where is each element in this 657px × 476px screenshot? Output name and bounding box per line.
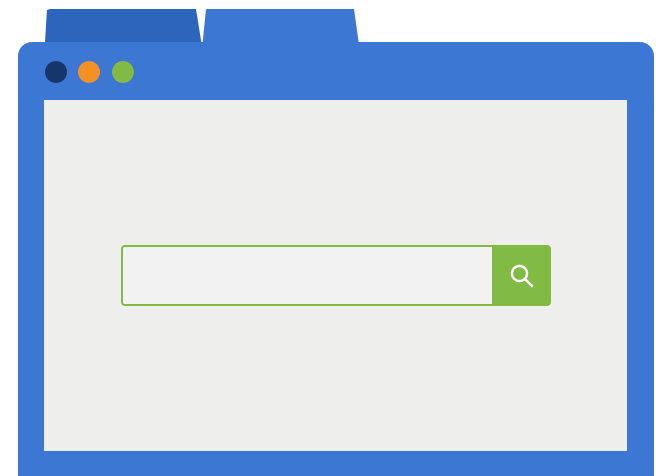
search-icon xyxy=(509,263,535,289)
window-maximize-dot[interactable] xyxy=(112,61,134,83)
search-button[interactable] xyxy=(492,245,551,306)
window-minimize-dot[interactable] xyxy=(78,61,100,83)
search-input[interactable] xyxy=(121,245,492,306)
browser-illustration xyxy=(0,0,657,476)
window-close-dot[interactable] xyxy=(45,61,67,83)
search-bar xyxy=(121,245,551,306)
